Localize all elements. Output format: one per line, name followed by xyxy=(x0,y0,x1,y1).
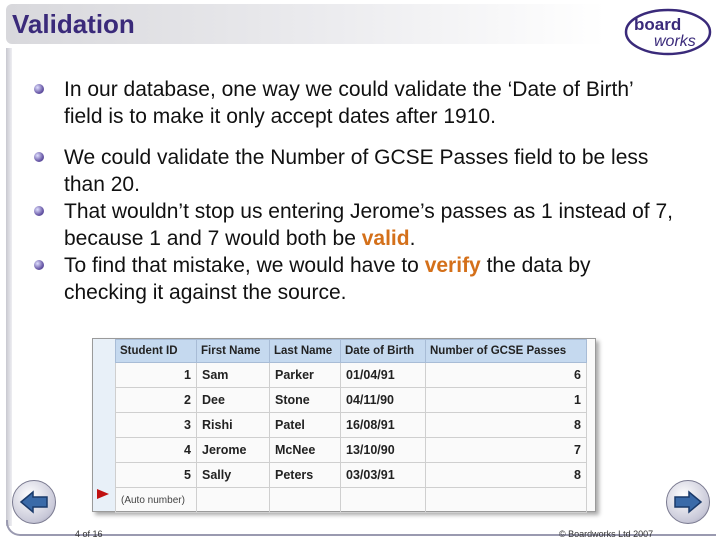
cell-first-name: Sam xyxy=(196,362,270,388)
cell-first-name: Rishi xyxy=(196,412,270,438)
cell-dob: 03/03/91 xyxy=(340,462,426,488)
record-selector-column xyxy=(93,339,115,511)
previous-slide-button[interactable] xyxy=(12,480,56,524)
highlight-valid: valid xyxy=(361,227,410,250)
cell-last-name: Parker xyxy=(269,362,341,388)
bullet-item: We could validate the Number of GCSE Pas… xyxy=(34,144,674,198)
cell-id: 1 xyxy=(115,362,197,388)
bullet-dot-icon xyxy=(34,152,44,162)
cell-id: 3 xyxy=(115,412,197,438)
table-row: 3 Rishi Patel 16/08/91 8 xyxy=(115,412,587,438)
bullet-dot-icon xyxy=(34,206,44,216)
cell-last-name: Stone xyxy=(269,387,341,413)
cell-dob: 13/10/90 xyxy=(340,437,426,463)
highlight-verify: verify xyxy=(424,254,481,277)
left-frame xyxy=(6,48,12,526)
cell-empty xyxy=(269,487,341,513)
column-header: Date of Birth xyxy=(340,339,426,363)
arrow-right-icon xyxy=(674,490,703,514)
bullet-item: In our database, one way we could valida… xyxy=(34,76,674,130)
table-row: 1 Sam Parker 01/04/91 6 xyxy=(115,362,587,388)
cell-first-name: Sally xyxy=(196,462,270,488)
table-row: 5 Sally Peters 03/03/91 8 xyxy=(115,462,587,488)
bullet-item: That wouldn’t stop us entering Jerome’s … xyxy=(34,198,674,252)
column-header: Last Name xyxy=(269,339,341,363)
bullet-text: In our database, one way we could valida… xyxy=(64,78,633,128)
cell-last-name: Patel xyxy=(269,412,341,438)
bullet-dot-icon xyxy=(34,84,44,94)
bullet-text: We could validate the Number of GCSE Pas… xyxy=(64,146,649,196)
cell-dob: 04/11/90 xyxy=(340,387,426,413)
column-header: Number of GCSE Passes xyxy=(425,339,587,363)
cell-gcse: 8 xyxy=(425,462,587,488)
cell-first-name: Jerome xyxy=(196,437,270,463)
cell-empty xyxy=(196,487,270,513)
cell-id: 4 xyxy=(115,437,197,463)
cell-gcse: 7 xyxy=(425,437,587,463)
table-new-row: (Auto number) xyxy=(115,487,587,513)
cell-empty xyxy=(340,487,426,513)
cell-last-name: Peters xyxy=(269,462,341,488)
cell-empty xyxy=(425,487,587,513)
cell-gcse: 1 xyxy=(425,387,587,413)
page-title: Validation xyxy=(12,9,135,39)
cell-id: 5 xyxy=(115,462,197,488)
cell-dob: 16/08/91 xyxy=(340,412,426,438)
students-table: Student ID First Name Last Name Date of … xyxy=(115,339,587,513)
cell-gcse: 6 xyxy=(425,362,587,388)
bullet-text-end: . xyxy=(409,227,416,250)
next-slide-button[interactable] xyxy=(666,480,710,524)
copyright-text: © Boardworks Ltd 2007 xyxy=(559,529,654,539)
bullet-text: To find that mistake, we would have to xyxy=(64,254,425,277)
logo-text-works: works xyxy=(654,33,696,50)
cell-auto-number: (Auto number) xyxy=(115,487,197,513)
table-row: 2 Dee Stone 04/11/90 1 xyxy=(115,387,587,413)
table-header-row: Student ID First Name Last Name Date of … xyxy=(115,339,587,363)
table-row: 4 Jerome McNee 13/10/90 7 xyxy=(115,437,587,463)
column-header: First Name xyxy=(196,339,270,363)
cell-last-name: McNee xyxy=(269,437,341,463)
column-header: Student ID xyxy=(115,339,197,363)
cell-dob: 01/04/91 xyxy=(340,362,426,388)
bullet-list: In our database, one way we could valida… xyxy=(34,76,674,306)
boardworks-logo: board works xyxy=(624,8,712,56)
bullet-dot-icon xyxy=(34,260,44,270)
slide-number: 4 of 16 xyxy=(75,529,103,539)
cell-first-name: Dee xyxy=(196,387,270,413)
cell-id: 2 xyxy=(115,387,197,413)
arrow-left-icon xyxy=(19,490,48,514)
cell-gcse: 8 xyxy=(425,412,587,438)
bullet-item: To find that mistake, we would have to v… xyxy=(34,252,674,306)
database-table-screenshot: Student ID First Name Last Name Date of … xyxy=(92,338,596,513)
logo-text-board: board xyxy=(634,15,681,34)
new-record-arrow-icon xyxy=(97,489,109,499)
header: Validation board works xyxy=(0,0,720,56)
